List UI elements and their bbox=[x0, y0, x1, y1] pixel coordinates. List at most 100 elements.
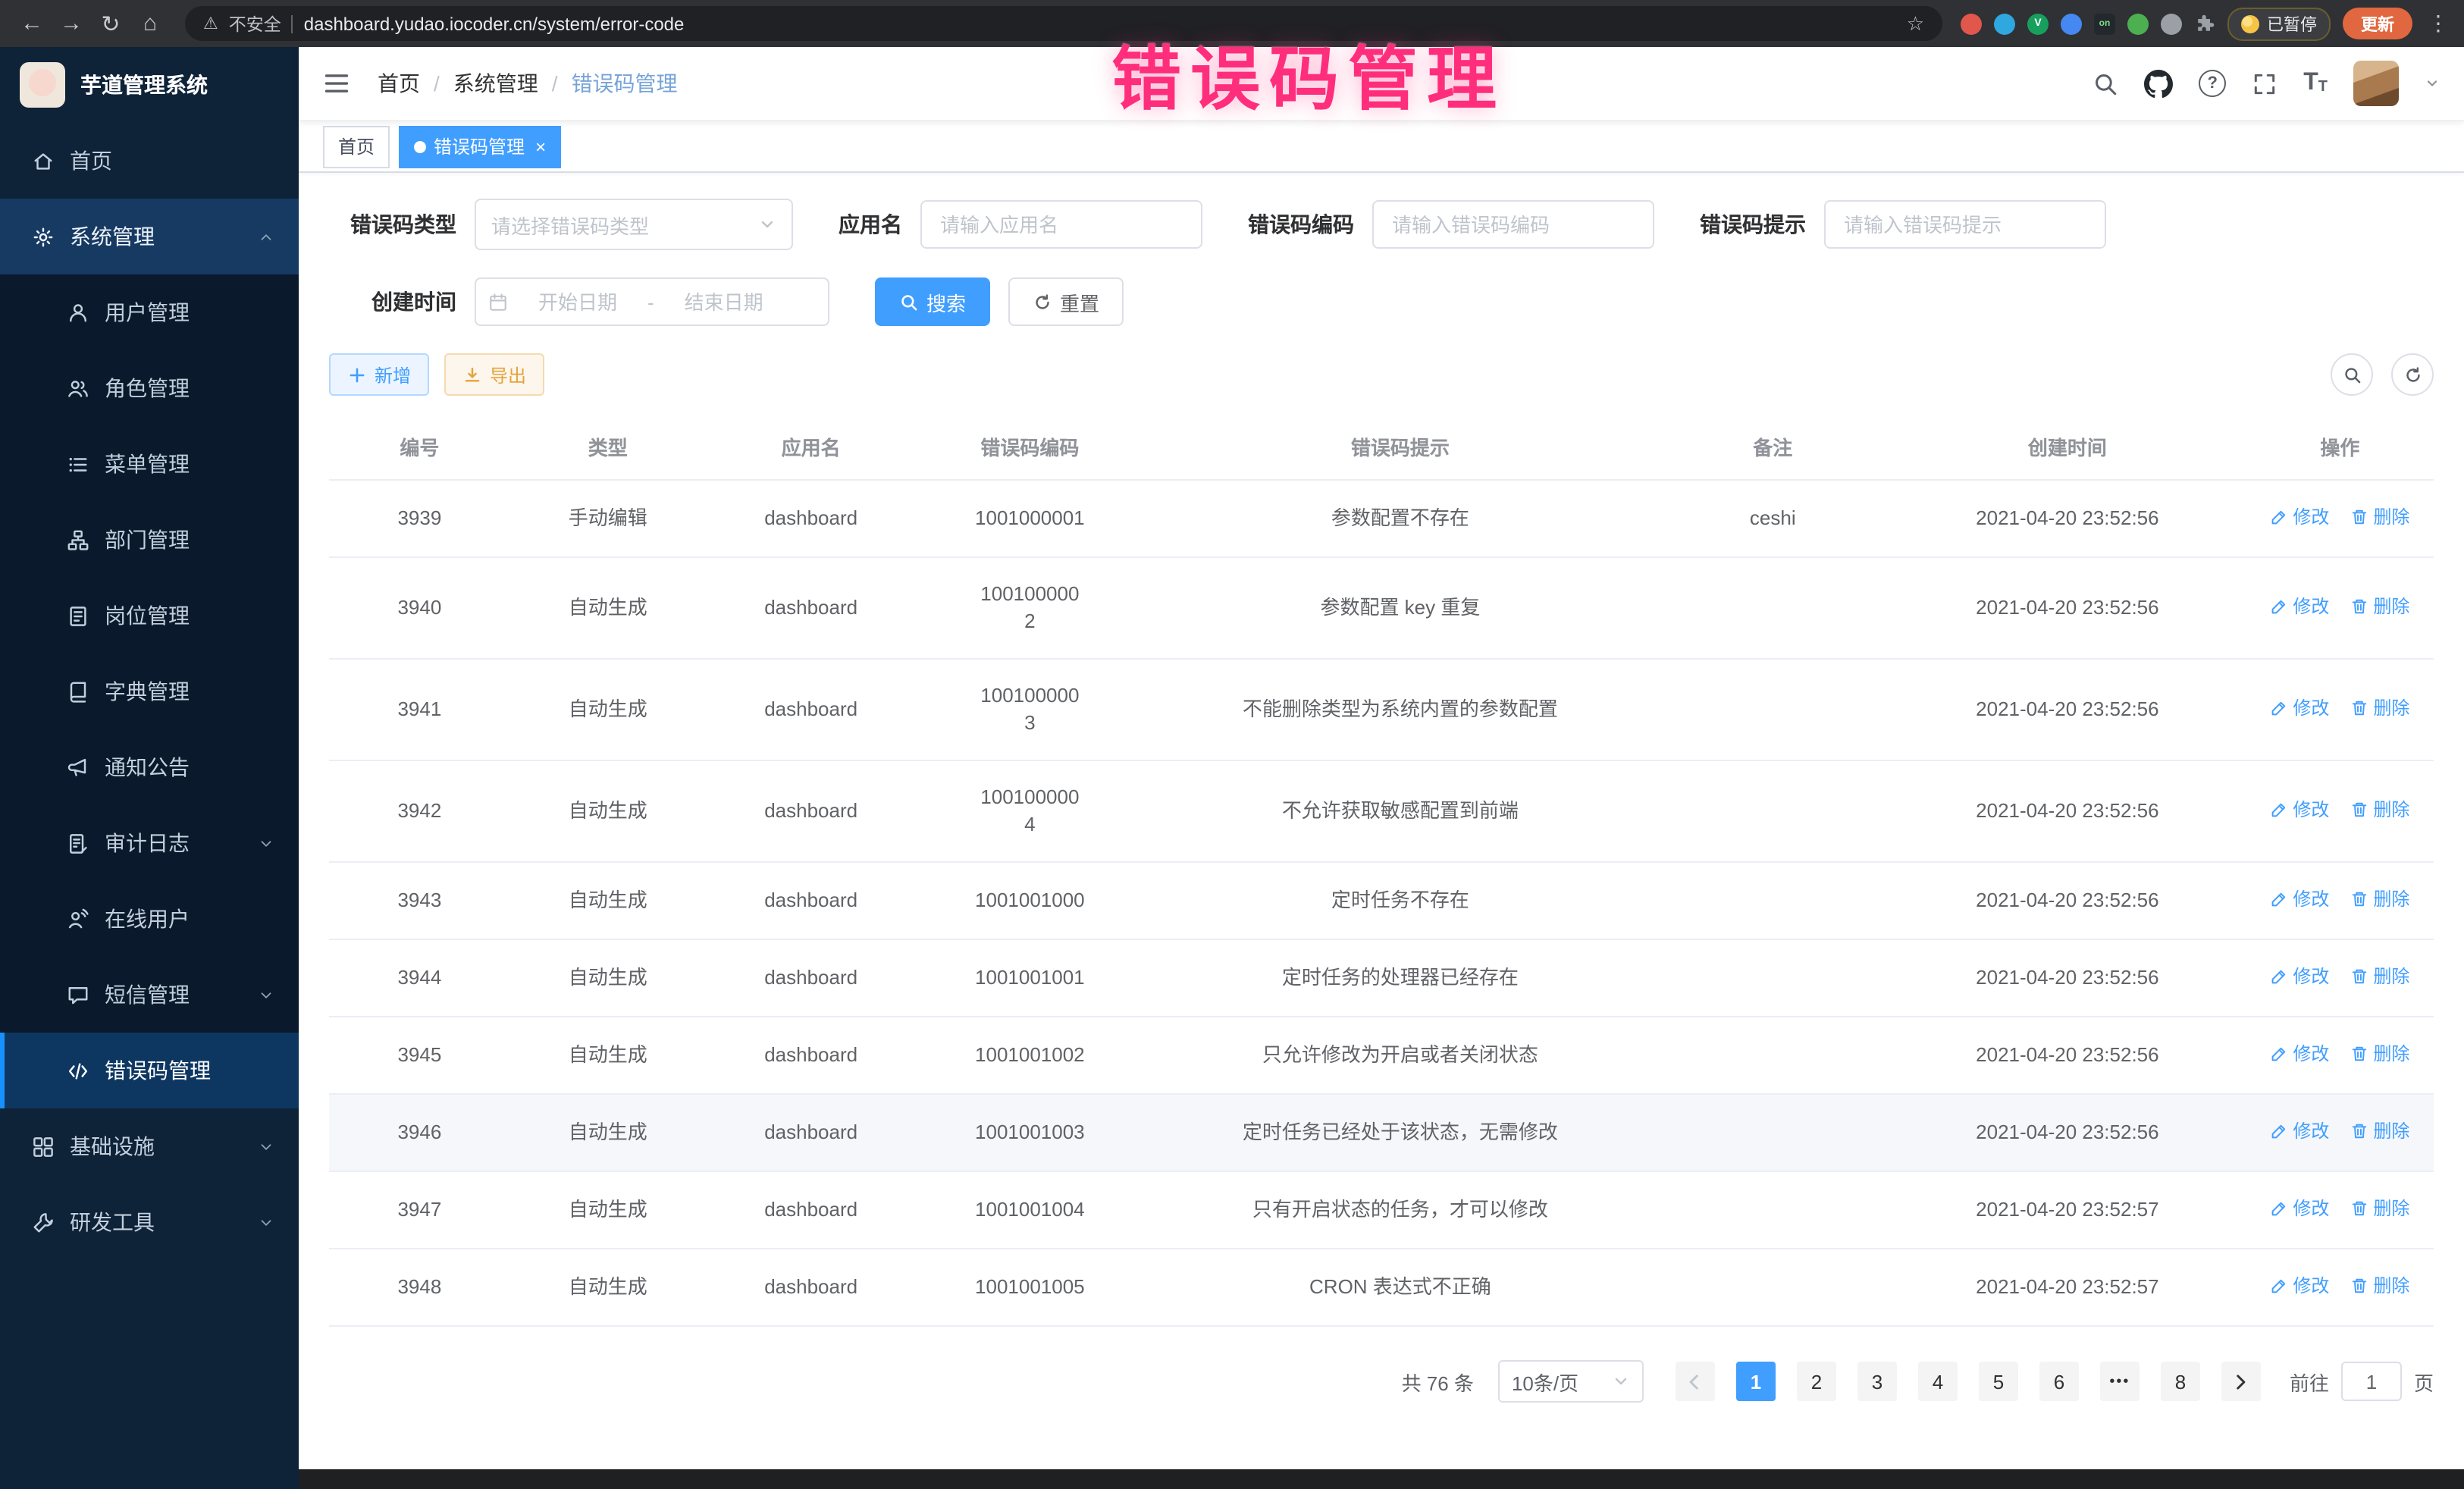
help-icon[interactable]: ? bbox=[2199, 70, 2226, 97]
sidebar-item-sms[interactable]: 短信管理 bbox=[0, 957, 299, 1033]
extension-icon[interactable] bbox=[2127, 13, 2149, 34]
cell-app: dashboard bbox=[706, 862, 917, 939]
edit-link[interactable]: 修改 bbox=[2270, 796, 2329, 823]
sidebar-item-label: 通知公告 bbox=[105, 752, 190, 782]
extension-icon[interactable] bbox=[1961, 13, 1982, 34]
export-button[interactable]: 导出 bbox=[444, 353, 544, 396]
page-button[interactable]: 4 bbox=[1918, 1362, 1958, 1401]
date-start-input[interactable] bbox=[511, 289, 644, 315]
page-button[interactable]: 2 bbox=[1797, 1362, 1836, 1401]
search-toggle-button[interactable] bbox=[2331, 353, 2373, 396]
delete-link[interactable]: 删除 bbox=[2350, 1040, 2409, 1067]
app-name-input[interactable] bbox=[920, 200, 1202, 249]
next-page-button[interactable] bbox=[2221, 1362, 2261, 1401]
page-button[interactable]: 3 bbox=[1857, 1362, 1897, 1401]
update-button[interactable]: 更新 bbox=[2343, 8, 2412, 39]
search-button[interactable]: 搜索 bbox=[875, 277, 990, 326]
delete-link[interactable]: 删除 bbox=[2350, 1195, 2409, 1222]
sidebar-item-audit-log[interactable]: 审计日志 bbox=[0, 805, 299, 881]
sidebar-item-user[interactable]: 用户管理 bbox=[0, 274, 299, 350]
error-type-select[interactable]: 请选择错误码类型 bbox=[475, 199, 793, 250]
page-button[interactable]: 6 bbox=[2039, 1362, 2079, 1401]
font-size-icon[interactable]: TT bbox=[2303, 71, 2328, 96]
table-header-row: 编号类型应用名错误码编码错误码提示备注创建时间操作 bbox=[329, 414, 2434, 480]
pager-ellipsis[interactable]: ••• bbox=[2100, 1362, 2140, 1401]
fullscreen-icon[interactable] bbox=[2252, 71, 2277, 96]
reload-icon[interactable]: ↻ bbox=[94, 7, 127, 40]
extension-icon[interactable]: on bbox=[2094, 13, 2115, 34]
sidebar-item-post[interactable]: 岗位管理 bbox=[0, 578, 299, 654]
delete-link[interactable]: 删除 bbox=[2350, 963, 2409, 990]
back-icon[interactable]: ← bbox=[15, 7, 49, 40]
sidebar-item-error-code[interactable]: 错误码管理 bbox=[0, 1033, 299, 1108]
user-avatar[interactable] bbox=[2353, 61, 2399, 106]
paused-badge[interactable]: 已暂停 bbox=[2227, 7, 2331, 40]
puzzle-extension-icon[interactable] bbox=[2194, 13, 2215, 34]
sidebar-item-menu[interactable]: 菜单管理 bbox=[0, 426, 299, 502]
tab-close-icon[interactable]: × bbox=[535, 136, 546, 157]
delete-link[interactable]: 删除 bbox=[2350, 694, 2409, 722]
extension-icon[interactable] bbox=[2161, 13, 2182, 34]
chevron-down-icon[interactable] bbox=[2425, 76, 2440, 91]
app-logo[interactable]: 芋道管理系统 bbox=[0, 47, 299, 123]
breadcrumb-item[interactable]: 首页 bbox=[378, 68, 420, 99]
sidebar-item-dict[interactable]: 字典管理 bbox=[0, 654, 299, 729]
search-button-label: 搜索 bbox=[926, 287, 966, 316]
sidebar-toggle-icon[interactable] bbox=[323, 70, 350, 97]
date-end-input[interactable] bbox=[657, 289, 791, 315]
date-range-picker[interactable]: - bbox=[475, 277, 829, 326]
add-button[interactable]: 新增 bbox=[329, 353, 429, 396]
github-icon[interactable] bbox=[2144, 69, 2173, 98]
sidebar-item-notice[interactable]: 通知公告 bbox=[0, 729, 299, 805]
edit-link[interactable]: 修改 bbox=[2270, 963, 2329, 990]
delete-link[interactable]: 删除 bbox=[2350, 796, 2409, 823]
error-hint-input[interactable] bbox=[1824, 200, 2106, 249]
error-code-input[interactable] bbox=[1372, 200, 1654, 249]
edit-link[interactable]: 修改 bbox=[2270, 886, 2329, 913]
goto-page-input[interactable] bbox=[2341, 1362, 2402, 1401]
sidebar-item-online-user[interactable]: 在线用户 bbox=[0, 881, 299, 957]
prev-page-button[interactable] bbox=[1676, 1362, 1715, 1401]
table-row: 3948自动生成dashboard1001001005CRON 表达式不正确20… bbox=[329, 1249, 2434, 1326]
edit-pencil-icon bbox=[2270, 508, 2288, 526]
delete-link[interactable]: 删除 bbox=[2350, 1118, 2409, 1145]
sidebar-item-role[interactable]: 角色管理 bbox=[0, 350, 299, 426]
sidebar-item-infra[interactable]: 基础设施 bbox=[0, 1108, 299, 1184]
delete-link[interactable]: 删除 bbox=[2350, 593, 2409, 620]
sidebar-item-dept[interactable]: 部门管理 bbox=[0, 502, 299, 578]
extension-icon[interactable] bbox=[2061, 13, 2082, 34]
refresh-button[interactable] bbox=[2391, 353, 2434, 396]
address-bar[interactable]: ⚠ 不安全 dashboard.yudao.iocoder.cn/system/… bbox=[185, 6, 1942, 41]
edit-link[interactable]: 修改 bbox=[2270, 1118, 2329, 1145]
delete-link[interactable]: 删除 bbox=[2350, 886, 2409, 913]
edit-link[interactable]: 修改 bbox=[2270, 1195, 2329, 1222]
edit-link[interactable]: 修改 bbox=[2270, 694, 2329, 722]
page-button[interactable]: 1 bbox=[1736, 1362, 1776, 1401]
reset-button[interactable]: 重置 bbox=[1008, 277, 1124, 326]
search-icon[interactable] bbox=[2093, 71, 2118, 96]
home-icon[interactable]: ⌂ bbox=[133, 7, 167, 40]
edit-link[interactable]: 修改 bbox=[2270, 1272, 2329, 1299]
sms-icon bbox=[67, 983, 89, 1006]
page-size-select[interactable]: 10条/页 bbox=[1498, 1360, 1644, 1403]
sidebar-item-system[interactable]: 系统管理 bbox=[0, 199, 299, 274]
browser-menu-icon[interactable]: ⋮ bbox=[2428, 11, 2449, 36]
tab-active[interactable]: 错误码管理× bbox=[399, 125, 561, 168]
page-button[interactable]: 8 bbox=[2161, 1362, 2200, 1401]
extension-icon[interactable] bbox=[1994, 13, 2015, 34]
delete-link[interactable]: 删除 bbox=[2350, 503, 2409, 531]
delete-label: 删除 bbox=[2373, 503, 2409, 531]
sidebar-item-home[interactable]: 首页 bbox=[0, 123, 299, 199]
page-button[interactable]: 5 bbox=[1979, 1362, 2018, 1401]
edit-link[interactable]: 修改 bbox=[2270, 593, 2329, 620]
calendar-icon bbox=[488, 292, 508, 312]
breadcrumb-item[interactable]: 系统管理 bbox=[453, 68, 538, 99]
forward-icon[interactable]: → bbox=[55, 7, 88, 40]
extension-icon[interactable]: V bbox=[2027, 13, 2049, 34]
delete-link[interactable]: 删除 bbox=[2350, 1272, 2409, 1299]
sidebar-item-dev-tools[interactable]: 研发工具 bbox=[0, 1184, 299, 1260]
edit-link[interactable]: 修改 bbox=[2270, 503, 2329, 531]
tab-0[interactable]: 首页 bbox=[323, 125, 390, 168]
bookmark-star-icon[interactable]: ☆ bbox=[1907, 11, 1924, 36]
edit-link[interactable]: 修改 bbox=[2270, 1040, 2329, 1067]
